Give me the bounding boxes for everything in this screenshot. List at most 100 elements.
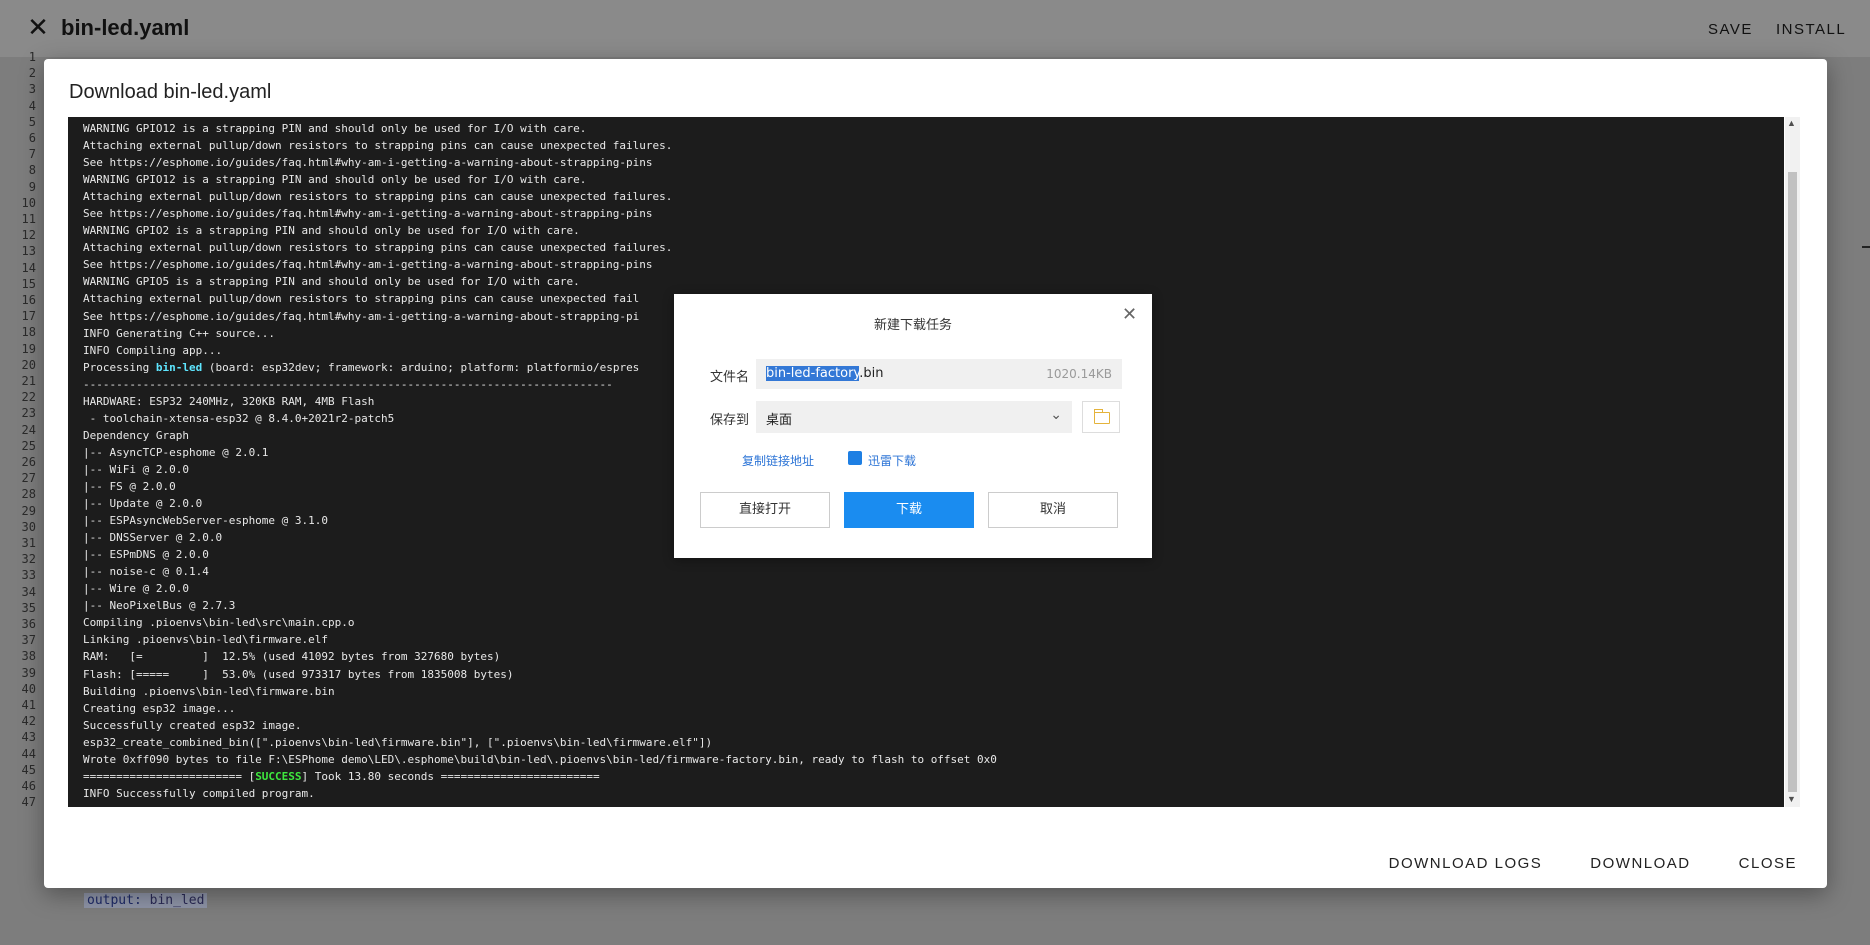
chevron-down-icon: ⌄	[1050, 407, 1062, 423]
log-line: See https://esphome.io/guides/faq.html#w…	[83, 207, 653, 221]
line-number: 31	[21, 536, 36, 550]
xunlei-download-link[interactable]: 迅雷下载	[868, 452, 916, 469]
log-line: Linking .pioenvs\bin-led\firmware.elf	[83, 633, 329, 647]
line-number: 4	[28, 98, 36, 113]
log-line: INFO Successfully compiled program.	[83, 786, 315, 800]
highlight-success: SUCCESS	[255, 769, 302, 783]
line-number: 10	[21, 195, 36, 210]
file-title: bin-led.yaml	[61, 15, 190, 40]
line-number: 42	[21, 714, 36, 729]
line-number: 27	[21, 471, 36, 486]
popup-cancel-button[interactable]: 取消	[988, 492, 1118, 528]
log-line: See https://esphome.io/guides/faq.html#w…	[83, 258, 653, 272]
scroll-up-icon[interactable]: ▲	[1787, 118, 1796, 128]
line-number: 13	[21, 244, 36, 259]
log-line: Attaching external pullup/down resistors…	[83, 190, 673, 204]
scroll-down-icon[interactable]: ▼	[1787, 794, 1796, 804]
line-number: 35	[21, 600, 36, 615]
line-number: 1	[28, 50, 36, 64]
log-line: WARNING GPIO2 is a strapping PIN and sho…	[83, 224, 580, 238]
log-line: RAM: [= ] 12.5% (used 41092 bytes from 3…	[83, 650, 501, 664]
line-number: 25	[21, 438, 36, 453]
line-number: 44	[21, 746, 36, 761]
line-number: 5	[28, 114, 36, 129]
download-logs-button[interactable]: DOWNLOAD LOGS	[1377, 855, 1555, 872]
yaml-value: bin_led	[149, 893, 205, 908]
close-button[interactable]: CLOSE	[1727, 855, 1809, 872]
line-number: 45	[21, 762, 36, 777]
save-to-label: 保存到	[710, 413, 750, 428]
line-number: 24	[21, 422, 36, 437]
line-number: 43	[21, 730, 36, 745]
yaml-key: output:	[87, 893, 142, 908]
new-download-task-popup: 新建下载任务 ✕ 文件名 bin-led-factory.bin 1020.14…	[674, 294, 1152, 558]
app-header: ✕ bin-led.yaml SAVE INSTALL	[0, 0, 1870, 57]
line-number: 46	[21, 779, 36, 793]
line-number: 20	[21, 357, 36, 372]
log-line: Flash: [===== ] 53.0% (used 973317 bytes…	[83, 667, 514, 681]
line-number: 38	[21, 649, 36, 664]
log-line: Building .pioenvs\bin-led\firmware.bin	[83, 684, 335, 698]
line-number: 19	[21, 341, 36, 356]
line-number: 6	[28, 131, 36, 145]
log-line: ======================== [SUCCESS] Took …	[83, 769, 600, 783]
line-number: 30	[21, 519, 36, 534]
line-number: 21	[21, 374, 36, 388]
download-button[interactable]: DOWNLOAD	[1578, 855, 1702, 872]
filename-extension: .bin	[859, 366, 884, 381]
log-line: Attaching external pullup/down resistors…	[83, 139, 673, 153]
line-number: 39	[21, 665, 36, 680]
save-to-value: 桌面	[766, 413, 793, 428]
log-line: WARNING GPIO12 is a strapping PIN and sh…	[83, 122, 587, 135]
line-number: 8	[28, 163, 36, 178]
line-number: 9	[28, 179, 36, 194]
line-number: 17	[21, 309, 36, 324]
log-line: |-- noise-c @ 0.1.4	[83, 565, 209, 579]
highlight-target-name: bin-led	[155, 360, 203, 374]
line-number: 16	[21, 293, 36, 307]
popup-download-button[interactable]: 下载	[844, 492, 974, 528]
close-icon[interactable]: ✕	[1122, 304, 1137, 325]
filename-selected-text: bin-led-factory	[766, 366, 860, 381]
line-number: 14	[21, 260, 36, 275]
line-number: 32	[21, 552, 36, 567]
filename-field[interactable]: bin-led-factory.bin 1020.14KB	[756, 359, 1122, 389]
scroll-thumb[interactable]	[1788, 172, 1797, 792]
filename-label: 文件名	[710, 370, 750, 385]
line-number: 36	[21, 617, 36, 631]
log-line: Wrote 0xff090 bytes to file F:\ESPhome d…	[83, 752, 997, 766]
line-number: 3	[28, 82, 36, 97]
editor-scroll-marker	[1862, 246, 1870, 248]
open-directly-button[interactable]: 直接打开	[700, 492, 830, 528]
console-scrollbar[interactable]: ▲ ▼	[1785, 117, 1800, 807]
code-line-45: output: bin_led	[84, 893, 208, 908]
browse-folder-button[interactable]	[1082, 401, 1120, 433]
line-number: 41	[21, 698, 36, 712]
line-number: 2	[28, 66, 36, 81]
save-to-select[interactable]: 桌面 ⌄	[756, 401, 1072, 433]
log-line: |-- Wire @ 2.0.0	[83, 582, 189, 596]
log-line: See https://esphome.io/guides/faq.html#w…	[83, 156, 653, 170]
line-number: 23	[21, 406, 36, 421]
dialog-actions: DOWNLOAD LOGS DOWNLOAD CLOSE	[1353, 855, 1809, 872]
log-line: Creating esp32 image...	[83, 701, 236, 715]
copy-link-button[interactable]: 复制链接地址	[742, 452, 814, 469]
line-number: 18	[21, 325, 36, 340]
line-number: 12	[21, 228, 36, 243]
save-button[interactable]: SAVE	[1708, 21, 1753, 38]
line-number: 40	[21, 681, 36, 696]
close-icon[interactable]: ✕	[24, 14, 52, 42]
dialog-title: Download bin-led.yaml	[69, 81, 272, 103]
log-line: Successfully created esp32 image.	[83, 718, 302, 732]
log-line: esp32_create_combined_bin([".pioenvs\bin…	[83, 735, 713, 749]
line-number: 47	[21, 795, 36, 810]
line-number: 26	[21, 455, 36, 469]
folder-icon	[1093, 409, 1110, 424]
log-line: WARNING GPIO12 is a strapping PIN and sh…	[83, 173, 587, 187]
log-line: Attaching external pullup/down resistors…	[83, 241, 673, 255]
line-number: 11	[21, 212, 36, 226]
install-button[interactable]: INSTALL	[1776, 21, 1846, 38]
line-number: 33	[21, 568, 36, 583]
xunlei-icon	[848, 451, 862, 465]
file-size: 1020.14KB	[1046, 367, 1112, 381]
